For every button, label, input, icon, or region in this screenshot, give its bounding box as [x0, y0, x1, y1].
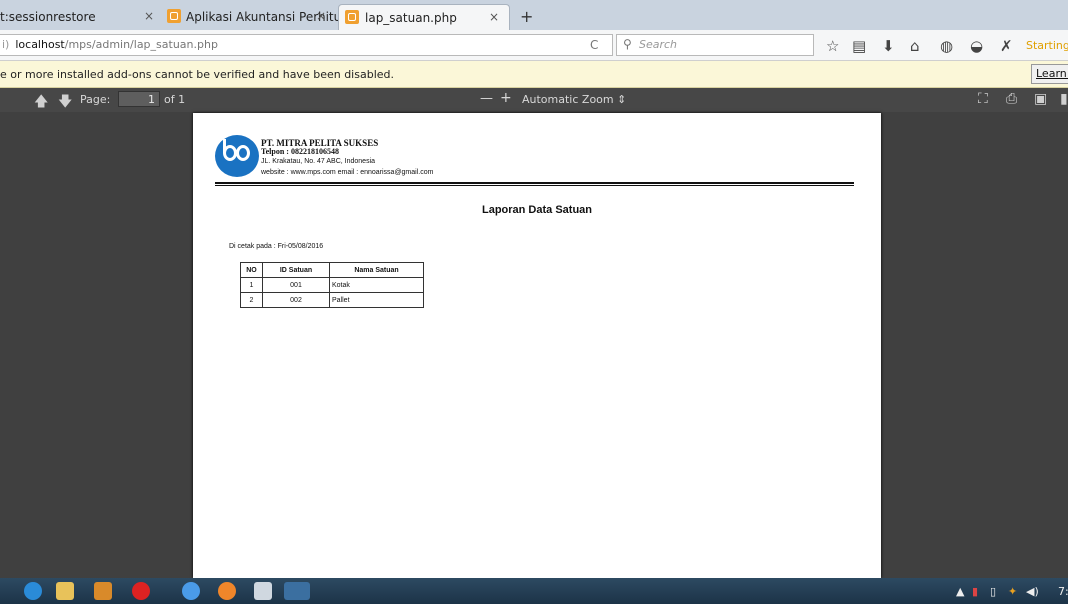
page-number-input[interactable]: 1 — [118, 91, 160, 107]
company-web: website : www.mps.com email : ennoarissa… — [261, 169, 434, 176]
save-icon[interactable]: ▣ — [1034, 91, 1047, 107]
addon-icon[interactable]: ✗ — [1000, 37, 1013, 55]
cell-no: 2 — [240, 292, 263, 308]
unit-table: NO ID Satuan Nama Satuan 1 001 Kotak 2 0… — [240, 262, 424, 308]
table-row: 1 001 Kotak — [240, 277, 424, 293]
network-icon[interactable]: ▮ — [972, 585, 978, 598]
page-count: of 1 — [164, 93, 186, 106]
new-tab-button[interactable]: + — [520, 7, 533, 26]
chrome-icon[interactable] — [182, 582, 200, 600]
home-icon[interactable]: ⌂ — [910, 37, 920, 55]
tab-label: Aplikasi Akuntansi Perhitu... — [186, 10, 353, 24]
company-phone: Telpon : 082218106548 — [261, 147, 339, 156]
tab-label: t:sessionrestore — [0, 10, 96, 24]
reload-icon[interactable]: C — [590, 38, 598, 52]
app-icon[interactable] — [254, 582, 272, 600]
notification-message: e or more installed add-ons cannot be ve… — [0, 68, 394, 81]
zoom-select[interactable]: Automatic Zoom ⇕ — [522, 93, 626, 106]
company-address: JL. Krakatau, No. 47 ABC, Indonesia — [261, 158, 376, 165]
bookmark-star-icon[interactable]: ☆ — [826, 37, 839, 55]
cell-nama: Pallet — [329, 292, 424, 308]
tab-close-icon[interactable]: × — [144, 9, 154, 23]
bookmark-icon[interactable]: ▮ — [1060, 91, 1068, 107]
company-logo — [215, 135, 259, 177]
explorer-icon[interactable] — [56, 582, 74, 600]
logo-q — [236, 145, 250, 161]
power-icon[interactable]: ▯ — [990, 585, 996, 598]
zoom-value: Automatic Zoom — [522, 93, 614, 106]
report-title: Laporan Data Satuan — [481, 204, 593, 216]
opera-icon[interactable] — [132, 582, 150, 600]
tab-label: lap_satuan.php — [365, 11, 457, 25]
search-icon: ⚲ — [623, 37, 632, 51]
cell-id: 002 — [262, 292, 330, 308]
zoom-out-button[interactable]: — — [480, 91, 493, 106]
col-nama-satuan: Nama Satuan — [329, 262, 424, 278]
volume-icon[interactable]: ◀) — [1026, 585, 1039, 598]
info-icon[interactable]: i) — [2, 38, 9, 51]
clock: 7: — [1058, 585, 1068, 598]
printed-date: Di cetak pada : Fri-05/08/2016 — [229, 243, 324, 250]
download-icon[interactable]: ⬇ — [882, 37, 895, 55]
tab-bar: t:sessionrestore × Aplikasi Akuntansi Pe… — [0, 0, 1068, 31]
tab-close-icon[interactable]: × — [489, 10, 499, 24]
notification-bar: e or more installed add-ons cannot be ve… — [0, 61, 1068, 88]
cell-id: 001 — [262, 277, 330, 293]
table-row: 2 002 Pallet — [240, 292, 424, 308]
col-no: NO — [240, 262, 263, 278]
cell-no: 1 — [240, 277, 263, 293]
pocket-icon[interactable]: ◒ — [970, 37, 983, 55]
tab-session-restore[interactable]: t:sessionrestore × — [0, 4, 160, 30]
pdf-viewer[interactable]: PT. MITRA PELITA SUKSES Telpon : 0822181… — [0, 112, 1068, 578]
pdf-page: PT. MITRA PELITA SUKSES Telpon : 0822181… — [193, 113, 881, 578]
firefox-icon[interactable] — [218, 582, 236, 600]
nav-bar: i) localhost/mps/admin/lap_satuan.php C ⚲… — [0, 30, 1068, 61]
favicon-icon — [167, 9, 181, 23]
print-icon[interactable]: ⎙ — [1006, 91, 1017, 107]
chevron-icon: ⇕ — [617, 93, 627, 106]
learn-more-button[interactable]: Learn M — [1031, 64, 1068, 84]
logo-b — [223, 145, 237, 161]
ie-icon[interactable] — [24, 582, 42, 600]
url-path: /mps/admin/lap_satuan.php — [64, 38, 218, 51]
fullscreen-icon[interactable]: ⛶ — [978, 91, 988, 107]
media-icon[interactable] — [94, 582, 112, 600]
tab-aplikasi[interactable]: Aplikasi Akuntansi Perhitu... × — [164, 4, 353, 30]
col-id-satuan: ID Satuan — [262, 262, 330, 278]
taskbar: ▲ ▮ ▯ ✦ ◀) 7: — [0, 578, 1068, 604]
favicon-icon — [345, 10, 359, 24]
tray-arrow-icon[interactable]: ▲ — [956, 585, 964, 598]
search-placeholder: Search — [639, 38, 678, 51]
reading-list-icon[interactable]: ▤ — [852, 37, 866, 55]
header-rule — [215, 182, 854, 184]
search-input[interactable]: ⚲ Search — [616, 34, 814, 56]
pdf-toolbar: 🡅 🡇 Page: 1 of 1 — + Automatic Zoom ⇕ ⛶ … — [0, 88, 1068, 112]
url-text: i) localhost/mps/admin/lap_satuan.php — [2, 38, 218, 51]
table-header-row: NO ID Satuan Nama Satuan — [240, 262, 424, 278]
tab-lap-satuan[interactable]: lap_satuan.php × — [338, 4, 510, 31]
header-rule-thin — [215, 185, 854, 186]
url-host: localhost — [15, 38, 65, 51]
chat-icon[interactable]: ◍ — [940, 37, 953, 55]
page-label: Page: — [80, 93, 111, 106]
action-center-icon[interactable]: ✦ — [1008, 585, 1017, 598]
zoom-in-button[interactable]: + — [500, 90, 512, 106]
url-bar[interactable]: i) localhost/mps/admin/lap_satuan.php C — [0, 34, 613, 56]
cell-nama: Kotak — [329, 277, 424, 293]
firefox-active-icon[interactable] — [284, 582, 310, 600]
status-text: Starting... — [1026, 39, 1068, 52]
tab-close-icon[interactable]: × — [316, 9, 326, 23]
